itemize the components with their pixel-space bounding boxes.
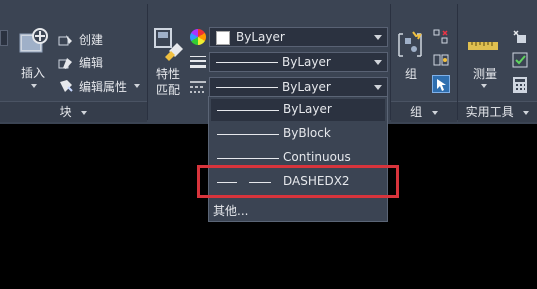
group-selection-icon[interactable] — [432, 75, 450, 93]
color-select-value: ByLayer — [236, 30, 285, 44]
chevron-down-icon — [431, 110, 438, 115]
match-properties-label-1[interactable]: 特性 — [156, 65, 180, 82]
utilities-panel-footer[interactable]: 实用工具 — [458, 101, 537, 122]
linetype-other-label: 其他... — [213, 204, 249, 218]
chevron-down-icon — [374, 85, 382, 90]
line-preview — [217, 134, 279, 135]
insert-block-icon[interactable] — [18, 26, 48, 58]
panel-separator — [147, 4, 148, 120]
group-edit-icon[interactable] — [433, 52, 449, 68]
edit-block-icon[interactable] — [58, 55, 74, 69]
chevron-down-icon[interactable] — [31, 84, 37, 88]
dropdown-arrow-icon[interactable] — [0, 30, 8, 46]
group-icon[interactable] — [397, 30, 425, 60]
linetype-dropdown-list: ByLayer ByBlock Continuous DASHEDX2 其他..… — [208, 96, 388, 222]
chevron-down-icon[interactable] — [134, 84, 140, 88]
lineweight-icon[interactable] — [190, 54, 206, 68]
chevron-down-icon — [374, 35, 382, 40]
match-properties-icon[interactable] — [153, 27, 185, 61]
edit-attributes-label[interactable]: 编辑属性 — [79, 78, 127, 95]
linetype-option-byblock[interactable]: ByBlock — [211, 123, 385, 145]
linetype-icon[interactable] — [190, 79, 206, 93]
linetype-select-value: ByLayer — [282, 80, 331, 94]
block-panel-title: 块 — [59, 105, 72, 119]
linetype-option-bylayer[interactable]: ByLayer — [211, 99, 385, 121]
group-panel-title: 组 — [410, 105, 423, 119]
create-block-icon[interactable] — [58, 32, 74, 46]
group-panel-footer[interactable]: 组 — [391, 101, 457, 122]
group-label[interactable]: 组 — [405, 65, 417, 82]
red-highlight-box — [197, 165, 399, 198]
chevron-down-icon — [374, 60, 382, 65]
linetype-select[interactable]: ByLayer — [209, 77, 388, 97]
color-select[interactable]: ByLayer — [209, 27, 388, 47]
quick-select-icon[interactable] — [512, 52, 530, 68]
color-wheel-icon[interactable] — [190, 29, 206, 45]
lineweight-select-value: ByLayer — [282, 55, 331, 69]
line-preview — [216, 87, 278, 88]
linetype-option-other[interactable]: 其他... — [211, 199, 385, 221]
block-panel-footer[interactable]: 块 — [0, 101, 147, 122]
line-preview — [216, 62, 278, 63]
calculator-icon[interactable] — [513, 77, 527, 93]
linetype-option-label: ByBlock — [283, 126, 331, 140]
measure-label[interactable]: 测量 — [473, 65, 497, 82]
linetype-option-label: ByLayer — [283, 102, 332, 116]
linetype-option-label: Continuous — [283, 150, 351, 164]
point-style-icon[interactable] — [512, 29, 530, 45]
utilities-panel-title: 实用工具 — [465, 105, 514, 119]
edit-label[interactable]: 编辑 — [79, 54, 103, 71]
ungroup-icon[interactable] — [433, 29, 449, 45]
match-properties-label-2[interactable]: 匹配 — [156, 81, 180, 98]
chevron-down-icon — [81, 110, 88, 115]
lineweight-select[interactable]: ByLayer — [209, 52, 388, 72]
create-label[interactable]: 创建 — [79, 31, 103, 48]
chevron-down-icon — [523, 110, 530, 115]
line-preview — [217, 110, 279, 111]
edit-attributes-icon[interactable] — [58, 78, 74, 92]
insert-label[interactable]: 插入 — [21, 64, 45, 81]
line-preview — [217, 158, 279, 159]
color-swatch — [216, 31, 230, 45]
chevron-down-icon[interactable] — [481, 84, 487, 88]
measure-icon[interactable] — [468, 38, 498, 52]
